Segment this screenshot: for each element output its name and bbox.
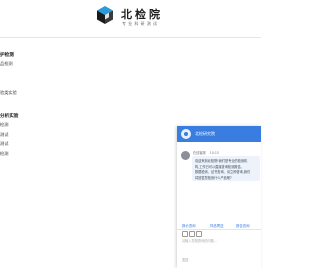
agent-name: 在线客服 (193, 151, 206, 155)
nav-item[interactable]: 测试 (0, 141, 8, 147)
emoji-icon[interactable] (182, 231, 188, 237)
message-line: 构,工作日可以直接查询检测报告。 (195, 164, 244, 169)
quick-reply[interactable]: 样品寄送 (210, 223, 224, 228)
quick-reply[interactable]: 报价咨询 (182, 223, 196, 228)
chat-widget: 北检研究院 在线客服 10:15 欢迎来到北检院!我们是专业的检测机 构,工作日… (177, 126, 261, 268)
chat-header[interactable]: 北检研究院 (177, 126, 261, 142)
message-line: 将回答您检测什么产品呢? (195, 175, 232, 180)
nav-item[interactable]: 验类实验 (0, 90, 17, 96)
message-bubble: 欢迎来到北检院!我们是专业的检测机 构,工作日可以直接查询检测报告。 数据检测、… (192, 156, 260, 181)
quick-reply[interactable]: 报告查询 (236, 223, 250, 228)
brand-tagline: 专业科研测试 (122, 21, 160, 26)
nav-section-heading[interactable]: 护检测 (0, 52, 14, 58)
chat-toolbar (180, 231, 258, 237)
brand-name: 北检院 (121, 8, 163, 21)
nav-item[interactable]: 检测 (0, 151, 8, 157)
nav-item[interactable]: 检测 (0, 122, 8, 128)
agent-avatar (181, 151, 190, 160)
chat-logo-icon (181, 129, 191, 139)
nav-section-heading[interactable]: 分析实验 (0, 113, 18, 119)
nav-item[interactable]: 测试 (0, 132, 8, 138)
nav-item[interactable]: 品检测 (0, 61, 13, 67)
chat-input[interactable]: 请输入您想咨询的问题... (182, 238, 217, 243)
site-header: 北检院 专业科研测试 (0, 0, 261, 37)
message-meta: 在线客服 10:15 (193, 150, 219, 155)
message-time: 10:15 (209, 151, 219, 155)
message-line: 数据检测、证书查询、请立即咨询,我们 (195, 170, 251, 174)
image-icon[interactable] (189, 231, 195, 237)
attachment-icon[interactable] (196, 231, 202, 237)
chat-title: 北检研究院 (195, 131, 215, 136)
left-nav: 护检测 品检测 验类实验 分析实验 检测 测试 测试 检测 (0, 38, 60, 168)
chat-divider (177, 229, 261, 230)
message-line: 欢迎来到北检院!我们是专业的检测机 (195, 159, 248, 163)
logo-cube-icon (97, 6, 113, 24)
send-button[interactable]: 发送 (182, 257, 188, 262)
